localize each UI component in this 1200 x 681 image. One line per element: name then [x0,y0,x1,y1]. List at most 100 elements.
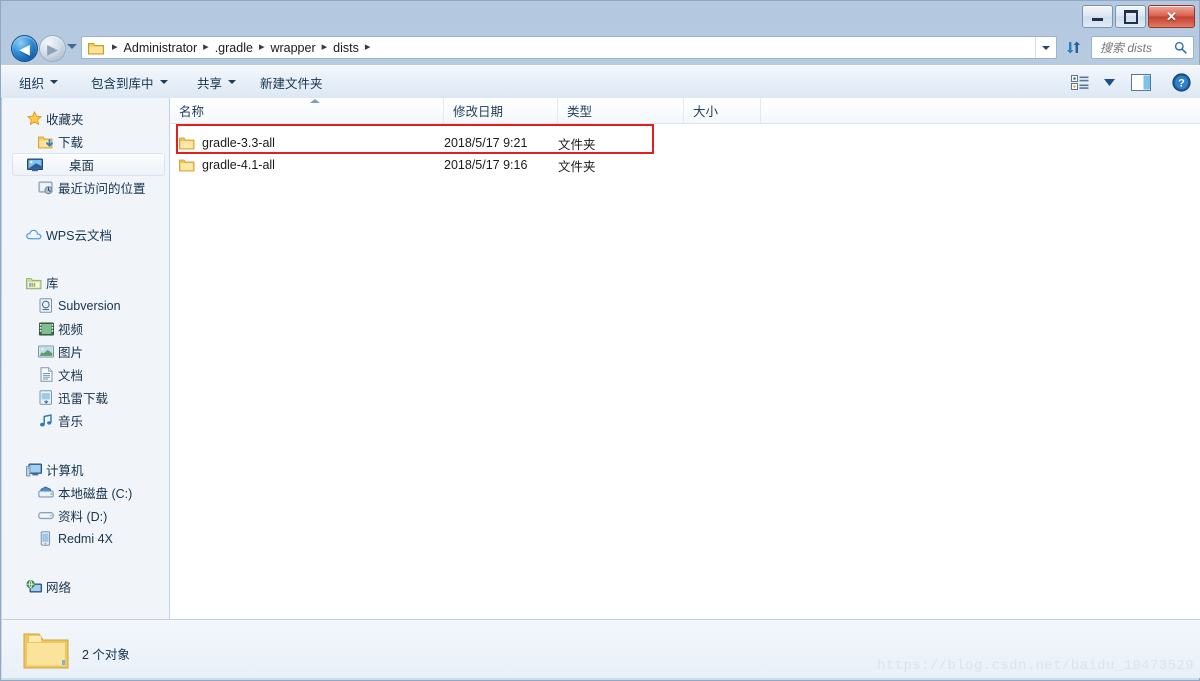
file-type-label: 文件夹 [558,137,596,152]
sidebar-item-redmi-4x[interactable]: Redmi 4X [2,527,169,550]
file-date-cell: 2018/5/17 9:21 [444,132,558,154]
recent-places-icon [38,180,54,196]
nav-group-libraries-label: 库 [46,277,59,291]
toolbar-right-group: ? [1063,66,1200,98]
column-header-type[interactable]: 类型 [558,98,684,123]
nav-group-network[interactable]: 网络 [2,575,169,598]
explorer-window: ✕ ◀ ▶ ▸ Administrator ▸ .gradle ▸ wrappe… [0,0,1200,681]
sidebar-item-music[interactable]: 音乐 [2,409,169,432]
title-bar: ✕ [1,1,1200,32]
nav-group-computer-label: 计算机 [46,464,84,478]
breadcrumb-item-2[interactable]: wrapper [270,41,315,55]
forward-button[interactable]: ▶ [39,35,66,62]
folder-icon [179,137,195,150]
list-top-spacer [170,124,1200,132]
breadcrumb-separator-3: ▸ [321,41,328,53]
file-date-cell: 2018/5/17 9:16 [444,154,558,176]
file-name-cell[interactable]: gradle-4.1-all [170,154,444,176]
minimize-button[interactable] [1082,5,1113,28]
breadcrumb-item-0[interactable]: Administrator [124,41,198,55]
table-row[interactable]: gradle-3.3-all 2018/5/17 9:21 文件夹 [170,132,1200,154]
breadcrumb-separator-4: ▸ [364,41,371,53]
video-icon [38,321,54,337]
view-dropdown-button[interactable] [1097,78,1121,86]
back-button[interactable]: ◀ [11,35,38,62]
maximize-icon [1123,9,1138,24]
address-bar-row: ◀ ▶ ▸ Administrator ▸ .gradle ▸ wrapper … [1,32,1200,63]
documents-icon [38,367,54,383]
file-name-cell[interactable]: gradle-3.3-all [170,132,444,154]
sidebar-item-local-disk-c[interactable]: 本地磁盘 (C:) [2,481,169,504]
nav-group-favorites[interactable]: 收藏夹 [2,107,169,130]
window-controls: ✕ [1082,5,1195,28]
nav-group-libraries[interactable]: 库 [2,271,169,294]
sidebar-item-pictures-label: 图片 [58,346,84,360]
sidebar-item-thunder-download-label: 迅雷下载 [58,392,109,406]
sidebar-item-recent-places[interactable]: 最近访问的位置 [2,176,169,199]
change-view-button[interactable] [1063,74,1097,90]
sidebar-item-videos[interactable]: 视频 [2,317,169,340]
file-list-pane[interactable]: 名称 修改日期 类型 大小 gradle-3.3-all 2018/5/17 9… [170,98,1200,619]
search-box[interactable]: 搜索 dists [1091,36,1194,59]
search-input[interactable]: 搜索 dists [1092,39,1174,56]
help-button[interactable]: ? [1161,72,1200,92]
file-size-cell [684,132,761,154]
sidebar-item-wps-cloud[interactable]: WPS云文档 [2,223,169,246]
breadcrumb-item-3[interactable]: dists [333,41,359,55]
sidebar-item-subversion[interactable]: Subversion [2,294,169,317]
sidebar-item-pictures[interactable]: 图片 [2,340,169,363]
column-header-name[interactable]: 名称 [170,98,444,123]
computer-icon [26,462,42,478]
column-header-size[interactable]: 大小 [684,98,761,123]
cloud-icon [26,227,42,243]
breadcrumb-separator-1: ▸ [203,41,209,53]
status-text: 2 个对象 [82,648,130,662]
watermark-text: https://blog.csdn.net/baidu_19473529 [877,658,1194,674]
close-icon: ✕ [1166,9,1177,24]
svg-text:?: ? [1178,77,1185,89]
breadcrumb-item-1[interactable]: .gradle [215,41,253,55]
column-header-name-label: 名称 [179,105,205,119]
sidebar-item-downloads[interactable]: 下载 [2,130,169,153]
sidebar-item-desktop[interactable]: 桌面 [12,153,165,176]
chevron-down-icon [1103,78,1115,86]
close-button[interactable]: ✕ [1148,5,1195,28]
maximize-button[interactable] [1115,5,1146,28]
navigation-pane[interactable]: 收藏夹 下载 桌面 最近访问的位置 WPS云文档 库 Subversion 视频… [2,98,170,619]
music-icon [38,413,54,429]
download-folder-icon [38,134,54,150]
chevron-down-icon [228,80,237,84]
recent-pages-dropdown-icon[interactable] [67,44,77,49]
sidebar-item-documents[interactable]: 文档 [2,363,169,386]
column-header-date-modified[interactable]: 修改日期 [444,98,558,123]
file-name-label: gradle-3.3-all [202,136,275,150]
library-icon [26,275,42,291]
back-arrow-icon: ◀ [19,40,30,57]
sidebar-item-data-disk-d[interactable]: 资料 (D:) [2,504,169,527]
phone-icon [38,531,54,547]
include-in-library-button[interactable]: 包含到库中 [91,66,168,98]
sidebar-item-music-label: 音乐 [58,415,84,429]
file-date-label: 2018/5/17 9:21 [444,136,528,150]
subversion-icon [38,298,54,314]
address-path-bar[interactable]: ▸ Administrator ▸ .gradle ▸ wrapper ▸ di… [81,36,1057,59]
sidebar-item-videos-label: 视频 [58,323,84,337]
breadcrumb-separator-0: ▸ [112,41,118,53]
file-name-label: gradle-4.1-all [202,158,275,172]
share-button[interactable]: 共享 [197,66,237,98]
breadcrumb[interactable]: ▸ Administrator ▸ .gradle ▸ wrapper ▸ di… [106,41,1035,55]
nav-group-computer[interactable]: 计算机 [2,458,169,481]
organize-button[interactable]: 组织 [19,66,59,98]
refresh-button[interactable] [1061,36,1085,59]
star-icon [26,111,42,127]
table-row[interactable]: gradle-4.1-all 2018/5/17 9:16 文件夹 [170,154,1200,176]
new-folder-button[interactable]: 新建文件夹 [260,66,323,98]
refresh-icon [1066,41,1080,54]
view-list-icon [1071,74,1089,90]
address-dropdown-button[interactable] [1035,37,1056,58]
sidebar-item-thunder-download[interactable]: 迅雷下载 [2,386,169,409]
file-date-label: 2018/5/17 9:16 [444,158,528,172]
preview-pane-button[interactable] [1121,73,1161,91]
